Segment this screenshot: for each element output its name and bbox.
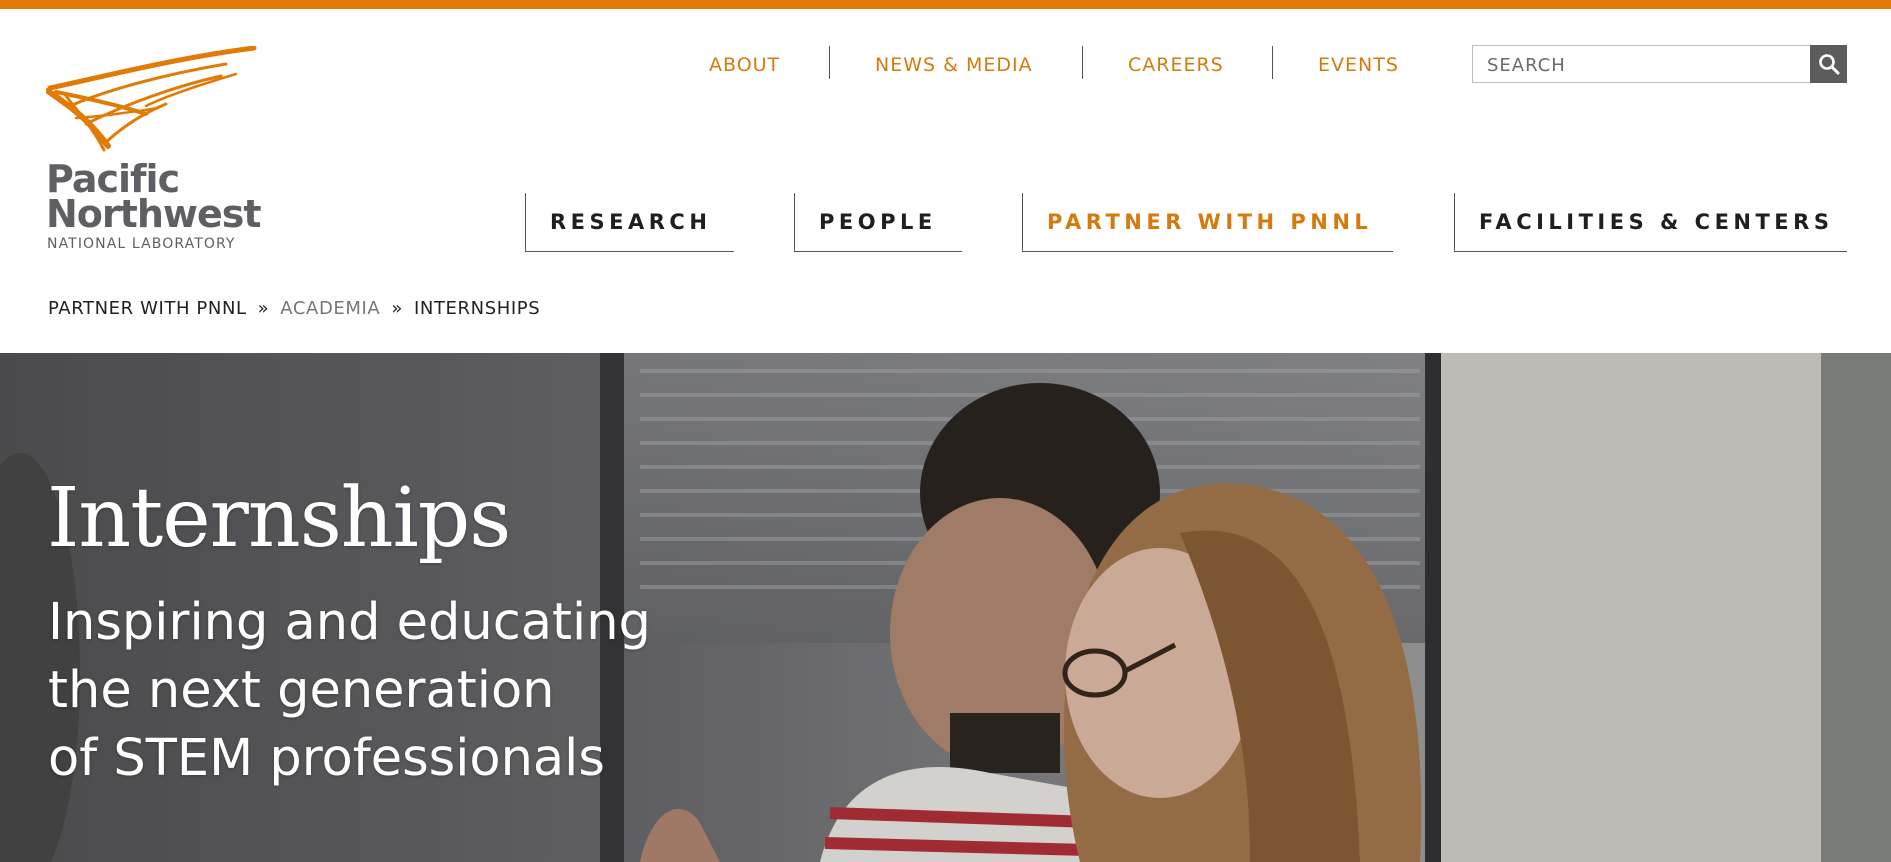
util-nav-events[interactable]: EVENTS [1318, 54, 1399, 76]
logo-word-northwest: Northwest [46, 192, 262, 236]
logo-subtitle: NATIONAL LABORATORY [47, 236, 236, 252]
breadcrumb: PARTNER WITH PNNL » ACADEMIA » INTERNSHIPS [48, 298, 540, 319]
util-nav-divider [829, 46, 830, 79]
main-nav-label: FACILITIES & CENTERS [1479, 210, 1834, 234]
main-nav-partner-with-pnnl[interactable]: PARTNER WITH PNNL [1022, 193, 1393, 252]
util-nav-about[interactable]: ABOUT [709, 54, 780, 76]
hero-subtitle-line: the next generation [48, 661, 555, 720]
hero-banner: Internships Inspiring and educating the … [0, 353, 1891, 862]
util-nav-divider [1082, 46, 1083, 79]
main-nav-people[interactable]: PEOPLE [794, 193, 962, 252]
main-nav-label: PARTNER WITH PNNL [1047, 210, 1373, 234]
breadcrumb-partner-with-pnnl[interactable]: PARTNER WITH PNNL [48, 298, 247, 319]
hero-subtitle-line: of STEM professionals [48, 729, 605, 788]
breadcrumb-current-internships: INTERNSHIPS [413, 298, 541, 319]
breadcrumb-academia[interactable]: ACADEMIA [280, 298, 380, 319]
breadcrumb-separator: » [391, 298, 403, 319]
search-input[interactable] [1485, 52, 1789, 78]
main-nav-facilities-centers[interactable]: FACILITIES & CENTERS [1454, 193, 1847, 252]
util-nav-careers[interactable]: CAREERS [1128, 54, 1224, 76]
hero-subtitle-line: Inspiring and educating [48, 593, 651, 652]
breadcrumb-separator: » [257, 298, 270, 319]
logo-mark-icon [46, 46, 257, 152]
search-button[interactable] [1810, 45, 1847, 83]
top-accent-bar [0, 0, 1891, 9]
util-nav-news-media[interactable]: NEWS & MEDIA [875, 54, 1033, 76]
pnnl-logo[interactable]: Pacific Northwest NATIONAL LABORATORY [46, 46, 262, 256]
util-nav-divider [1272, 46, 1273, 79]
main-nav-label: PEOPLE [819, 210, 937, 234]
search-icon [1818, 54, 1839, 75]
main-nav-label: RESEARCH [550, 210, 712, 234]
hero-subtitle: Inspiring and educating the next generat… [48, 589, 768, 793]
hero-title: Internships [47, 471, 511, 566]
search-box [1472, 45, 1810, 83]
main-nav-research[interactable]: RESEARCH [525, 193, 734, 252]
